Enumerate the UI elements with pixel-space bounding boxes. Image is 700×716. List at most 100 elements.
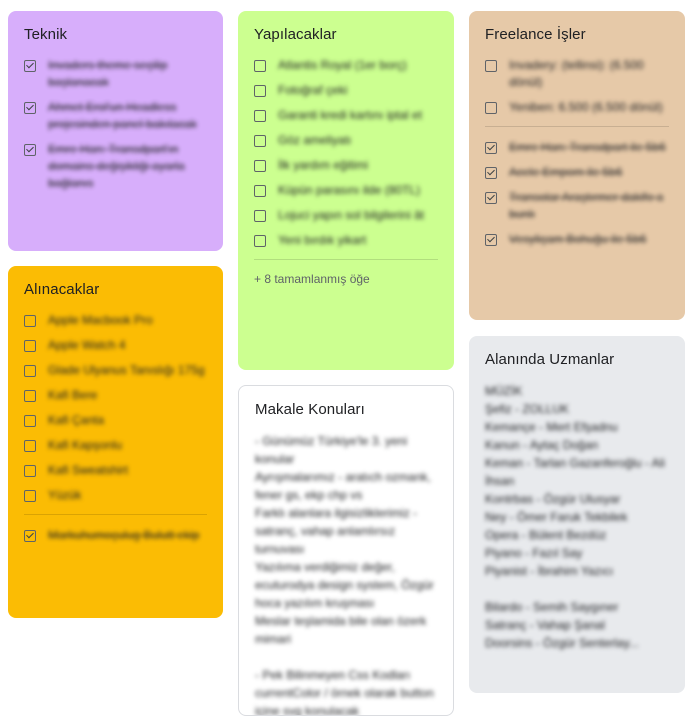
checklist: Apple Macbook Pro Apple Watch 4 Glade Ul…: [24, 312, 207, 504]
list-item-text: Yeni bırdık yikart: [278, 233, 367, 247]
note-title: Teknik: [24, 26, 68, 43]
list-item-text: Apple Watch 4: [48, 338, 126, 352]
list-item[interactable]: Küpün parasını ilde (80TL): [254, 182, 438, 199]
list-item[interactable]: Transolar Araştırmer dakifo a bunlı: [485, 189, 669, 223]
list-item[interactable]: Apple Macbook Pro: [24, 312, 207, 329]
checkbox-icon[interactable]: [485, 60, 497, 72]
list-item-text: Acele Empom ile 5b6: [509, 165, 623, 179]
list-item[interactable]: Garanti kredi kartını iptal et: [254, 107, 438, 124]
checkbox-checked-icon[interactable]: [485, 234, 497, 246]
list-item-text: Emre Han: Transdpart'ın domains değişikl…: [48, 142, 185, 190]
checkbox-icon[interactable]: [24, 490, 36, 502]
list-item[interactable]: Emre Han: Transdpart ile 5b6: [485, 139, 669, 156]
completed-items-toggle[interactable]: + 8 tamamlanmış öğe: [254, 272, 438, 286]
list-item[interactable]: Markuhumoçulug Bulutt ekip: [24, 527, 207, 544]
checkbox-checked-icon[interactable]: [24, 530, 36, 542]
list-item-text: Göz ameliyatı: [278, 133, 352, 147]
list-item-text: Kafi Sweatshirt: [48, 463, 129, 477]
checkbox-checked-icon[interactable]: [485, 167, 497, 179]
list-item-text: Markuhumoçulug Bulutt ekip: [48, 528, 200, 542]
checkbox-icon[interactable]: [24, 365, 36, 377]
list-item[interactable]: Yeni bırdık yikart: [254, 232, 438, 249]
checkbox-checked-icon[interactable]: [24, 102, 36, 114]
checkbox-icon[interactable]: [254, 110, 266, 122]
list-item-text: Kafi Bere: [48, 388, 98, 402]
list-item-text: Yeniben: 6.500 (6.500 dönül): [509, 100, 663, 114]
list-item[interactable]: Kafi Sweatshirt: [24, 462, 207, 479]
checkbox-icon[interactable]: [24, 390, 36, 402]
note-alaninda-uzmanlar[interactable]: Alanında Uzmanlar MÜZİK Şefiz - ZOLLUK K…: [469, 336, 685, 693]
list-item[interactable]: Kafi Bere: [24, 387, 207, 404]
checklist: Invaders theme seçilip başlanacak Ahmet …: [24, 57, 207, 192]
note-title: Alanında Uzmanlar: [485, 351, 615, 368]
list-item[interactable]: Lojuci yapın sol bilgilerini ât: [254, 207, 438, 224]
checkbox-icon[interactable]: [254, 210, 266, 222]
list-item[interactable]: Glade Ulyanus Tanıslığı 175g: [24, 362, 207, 379]
checkbox-icon[interactable]: [24, 440, 36, 452]
note-title: Yapılacaklar: [254, 26, 337, 43]
list-item[interactable]: Apple Watch 4: [24, 337, 207, 354]
list-item[interactable]: Vesyliçam Bohuğu ile 5b6: [485, 231, 669, 248]
list-item[interactable]: Yüzük: [24, 487, 207, 504]
note-yapilacaklar[interactable]: Yapılacaklar Atlantis Royal (1er borç) F…: [238, 11, 454, 370]
note-freelance-isler[interactable]: Freelance İşler Invadery: (tellinsi): (6…: [469, 11, 685, 320]
checkbox-icon[interactable]: [254, 160, 266, 172]
list-item-text: Glade Ulyanus Tanıslığı 175g: [48, 363, 205, 377]
checkbox-icon[interactable]: [254, 185, 266, 197]
list-item-text: Küpün parasını ilde (80TL): [278, 183, 421, 197]
checkbox-icon[interactable]: [254, 60, 266, 72]
checkbox-icon[interactable]: [24, 465, 36, 477]
note-title: Makale Konuları: [255, 401, 365, 418]
list-item[interactable]: Göz ameliyatı: [254, 132, 438, 149]
list-item[interactable]: Acele Empom ile 5b6: [485, 164, 669, 181]
list-item-text: Fotoğraf çeki: [278, 83, 348, 97]
list-item[interactable]: Atlantis Royal (1er borç): [254, 57, 438, 74]
checkbox-checked-icon[interactable]: [485, 192, 497, 204]
list-item[interactable]: Invaders theme seçilip başlanacak: [24, 57, 207, 91]
list-item[interactable]: İlk yardım eğitimi: [254, 157, 438, 174]
checklist: Invadery: (tellinsi): (6.500 dönül) Yeni…: [485, 57, 669, 116]
note-body: MÜZİK Şefiz - ZOLLUK Kemançe - Mert Efşa…: [485, 384, 665, 650]
checked-list: Emre Han: Transdpart ile 5b6 Acele Empom…: [485, 139, 669, 248]
list-item-text: Ahmet Erol'un Headless projesinden panel…: [48, 100, 197, 131]
list-item-text: Invaders theme seçilip başlanacak: [48, 58, 168, 89]
checkbox-checked-icon[interactable]: [485, 142, 497, 154]
list-item[interactable]: Kafi Kapşonlu: [24, 437, 207, 454]
checkbox-checked-icon[interactable]: [24, 60, 36, 72]
checklist: Atlantis Royal (1er borç) Fotoğraf çeki …: [254, 57, 438, 249]
note-teknik[interactable]: Teknik Invaders theme seçilip başlanacak…: [8, 11, 223, 251]
list-item-text: İlk yardım eğitimi: [278, 158, 369, 172]
checkbox-icon[interactable]: [24, 315, 36, 327]
list-item-text: Invadery: (tellinsi): (6.500 dönül): [509, 58, 644, 89]
checkbox-icon[interactable]: [254, 235, 266, 247]
list-item[interactable]: Invadery: (tellinsi): (6.500 dönül): [485, 57, 669, 91]
note-body: - Günümüz Türkiye'le 3. yeni konular Ayr…: [255, 434, 434, 716]
divider: [485, 126, 669, 127]
divider: [254, 259, 438, 260]
checkbox-icon[interactable]: [485, 102, 497, 114]
list-item[interactable]: Ahmet Erol'un Headless projesinden panel…: [24, 99, 207, 133]
checkbox-icon[interactable]: [24, 415, 36, 427]
list-item-text: Apple Macbook Pro: [48, 313, 153, 327]
note-alinacaklar[interactable]: Alınacaklar Apple Macbook Pro Apple Watc…: [8, 266, 223, 618]
divider: [24, 514, 207, 515]
list-item[interactable]: Emre Han: Transdpart'ın domains değişikl…: [24, 141, 207, 192]
note-makale-konulari[interactable]: Makale Konuları - Günümüz Türkiye'le 3. …: [238, 385, 454, 716]
note-title: Alınacaklar: [24, 281, 100, 298]
list-item-text: Garanti kredi kartını iptal et: [278, 108, 423, 122]
checkbox-checked-icon[interactable]: [24, 144, 36, 156]
checkbox-icon[interactable]: [254, 135, 266, 147]
note-title: Freelance İşler: [485, 26, 586, 43]
checkbox-icon[interactable]: [254, 85, 266, 97]
list-item-text: Emre Han: Transdpart ile 5b6: [509, 140, 666, 154]
list-item-text: Transolar Araştırmer dakifo a bunlı: [509, 190, 664, 221]
list-item-text: Vesyliçam Bohuğu ile 5b6: [509, 232, 647, 246]
checkbox-icon[interactable]: [24, 340, 36, 352]
list-item-text: Yüzük: [48, 488, 82, 502]
checked-list: Markuhumoçulug Bulutt ekip: [24, 527, 207, 544]
list-item[interactable]: Kafi Çanta: [24, 412, 207, 429]
list-item-text: Atlantis Royal (1er borç): [278, 58, 407, 72]
list-item[interactable]: Fotoğraf çeki: [254, 82, 438, 99]
list-item[interactable]: Yeniben: 6.500 (6.500 dönül): [485, 99, 669, 116]
list-item-text: Kafi Kapşonlu: [48, 438, 123, 452]
